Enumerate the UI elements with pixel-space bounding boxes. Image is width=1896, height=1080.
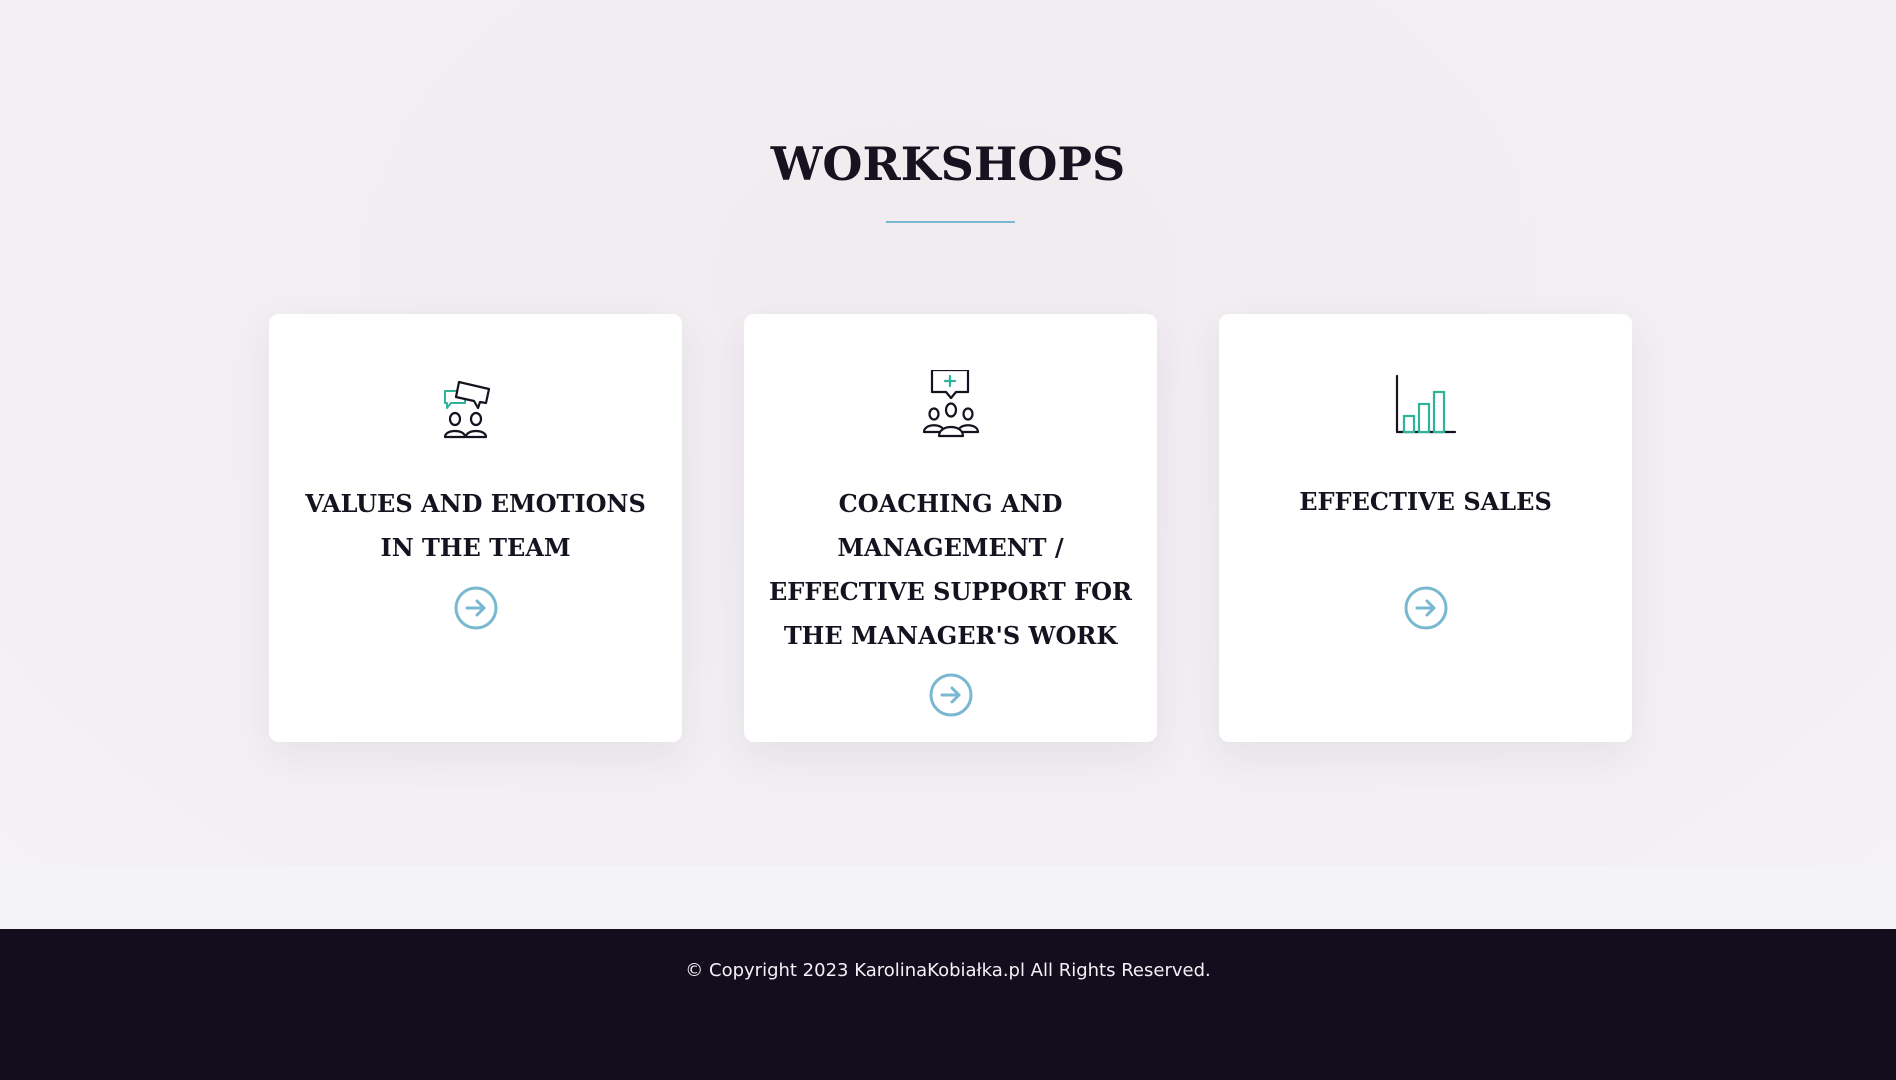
arrow-right-circle-icon[interactable] xyxy=(1404,586,1448,630)
arrow-right-circle-icon[interactable] xyxy=(454,586,498,630)
workshop-card-coaching[interactable]: COACHING AND MANAGEMENT / EFFECTIVE SUPP… xyxy=(744,314,1157,742)
team-discussion-icon xyxy=(439,370,513,444)
card-title: VALUES AND EMOTIONS IN THE TEAM xyxy=(305,489,646,562)
arrow-right-circle-icon[interactable] xyxy=(929,673,973,717)
card-title: COACHING AND MANAGEMENT / EFFECTIVE SUPP… xyxy=(768,489,1132,650)
section-bottom-band xyxy=(0,866,1896,929)
workshop-card-values[interactable]: VALUES AND EMOTIONS IN THE TEAM xyxy=(269,314,682,742)
workshop-card-sales[interactable]: EFFECTIVE SALES xyxy=(1219,314,1632,742)
copyright-text: © Copyright 2023 KarolinaKobiałka.pl All… xyxy=(685,960,1211,981)
bar-chart-icon xyxy=(1389,370,1463,444)
card-title: EFFECTIVE SALES xyxy=(1299,487,1552,516)
site-footer: © Copyright 2023 KarolinaKobiałka.pl All… xyxy=(0,929,1896,1080)
title-divider xyxy=(886,221,1015,223)
group-meeting-icon xyxy=(914,368,988,444)
section-title: WORKSHOPS xyxy=(770,137,1126,191)
